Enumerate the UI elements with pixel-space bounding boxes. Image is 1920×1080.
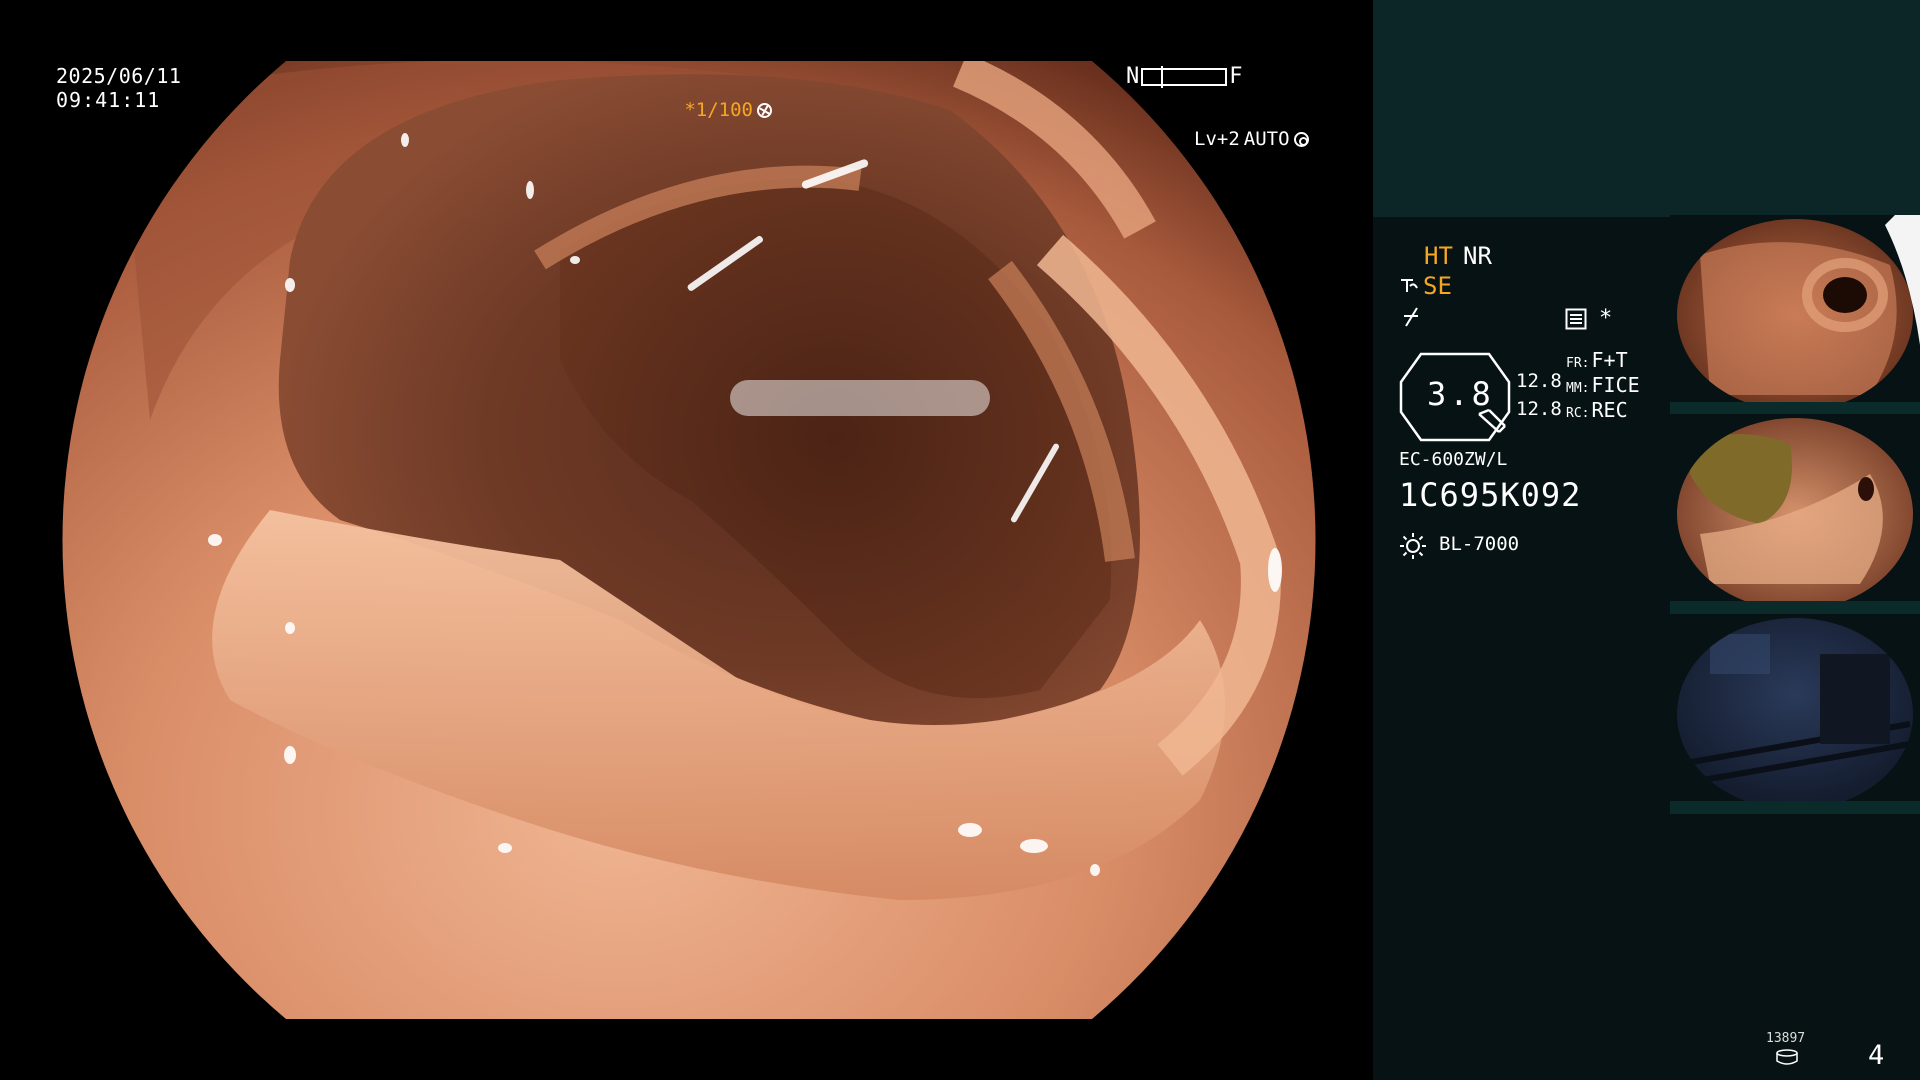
scope-model: EC-600ZW/L [1399, 449, 1508, 470]
panel-top-block [1373, 0, 1920, 217]
page-number: 4 [1868, 1040, 1885, 1071]
thumbnail-image [1670, 414, 1920, 614]
rc-key: RC: [1566, 406, 1590, 421]
auto-iris-icon [1293, 131, 1309, 147]
disk-icon [1776, 1049, 1798, 1065]
capture-thumbnail[interactable] [1670, 414, 1920, 614]
fr-value: F+T [1591, 348, 1628, 372]
menu-list-icon [1565, 308, 1587, 330]
endoscope-image [62, 61, 1316, 1019]
structure-enhance-icon [1401, 279, 1418, 292]
iris-mode: AUTO [1243, 128, 1290, 150]
fr-setting: FR: F+T [1566, 348, 1628, 372]
zoom-value: 3.8 [1427, 375, 1494, 413]
focus-far-label: F [1229, 64, 1243, 89]
right-info-panel: HT NR SE * 3.8 12.8 12.8 FR: F+T MM: FICE … [1373, 0, 1920, 1080]
image-count: 13897 [1766, 1031, 1806, 1046]
mm-key: MM: [1566, 381, 1590, 396]
se-mode: SE [1423, 272, 1452, 300]
light-source: BL-7000 [1439, 533, 1520, 555]
star-indicator: * [1599, 306, 1613, 331]
value-readout-1: 12.8 [1516, 370, 1562, 392]
scope-serial: 1C695K092 [1399, 476, 1582, 514]
aperture-icon [757, 102, 772, 118]
date-readout: 2025/06/11 [56, 64, 182, 88]
ht-mode: HT [1424, 242, 1453, 270]
value-readout-2: 12.8 [1516, 398, 1562, 420]
time-readout: 09:41:11 [56, 88, 161, 112]
thumbnail-image [1670, 215, 1920, 415]
slash-mode-icon [1404, 307, 1418, 327]
shutter-speed: *1/100 [684, 99, 753, 121]
mm-value: FICE [1591, 373, 1640, 397]
mm-setting: MM: FICE [1566, 373, 1640, 397]
rc-setting: RC: REC [1566, 398, 1628, 422]
focus-bar [1141, 65, 1228, 88]
fr-key: FR: [1566, 356, 1590, 371]
iris-indicator: Lv+2 AUTO [1194, 128, 1309, 150]
thumbnail-image [1670, 614, 1920, 814]
brightness-level: Lv+2 [1194, 128, 1240, 150]
nr-mode: NR [1463, 242, 1492, 270]
capture-thumbnail[interactable] [1670, 614, 1920, 814]
rc-value: REC [1591, 398, 1628, 422]
focus-indicator: N F [1126, 64, 1243, 89]
sun-icon [1400, 533, 1426, 559]
capture-thumbnail[interactable] [1670, 215, 1920, 415]
main-endoscope-view: 2025/06/11 09:41:11 N F *1/100 Lv+2 AUTO [0, 0, 1373, 1080]
shutter-indicator: *1/100 [684, 99, 772, 121]
focus-near-label: N [1126, 64, 1140, 89]
